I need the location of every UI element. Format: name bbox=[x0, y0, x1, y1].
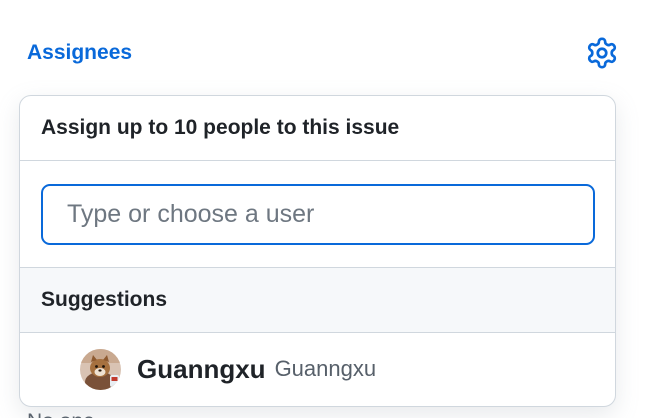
suggestions-header: Suggestions bbox=[20, 268, 615, 333]
user-avatar bbox=[80, 348, 121, 390]
assignees-dropdown: Assign up to 10 people to this issue Sug… bbox=[19, 95, 616, 407]
suggestion-login: Guanngxu bbox=[137, 353, 266, 384]
dropdown-header-text: Assign up to 10 people to this issue bbox=[41, 116, 400, 139]
assignees-title[interactable]: Assignees bbox=[27, 40, 132, 66]
gear-icon[interactable] bbox=[585, 36, 619, 70]
suggestion-item-guanngxu[interactable]: Guanngxu Guanngxu bbox=[20, 333, 615, 405]
assignees-panel: Assignees No one— Assign up to 10 people… bbox=[0, 0, 662, 418]
suggestion-name: Guanngxu bbox=[274, 356, 377, 381]
assignees-header: Assignees bbox=[27, 36, 619, 70]
suggestions-label: Suggestions bbox=[41, 288, 168, 311]
no-assignees-text: No one— bbox=[27, 409, 116, 418]
dropdown-header: Assign up to 10 people to this issue bbox=[20, 96, 615, 161]
user-search-input[interactable] bbox=[41, 183, 595, 245]
dropdown-filter bbox=[20, 161, 615, 268]
